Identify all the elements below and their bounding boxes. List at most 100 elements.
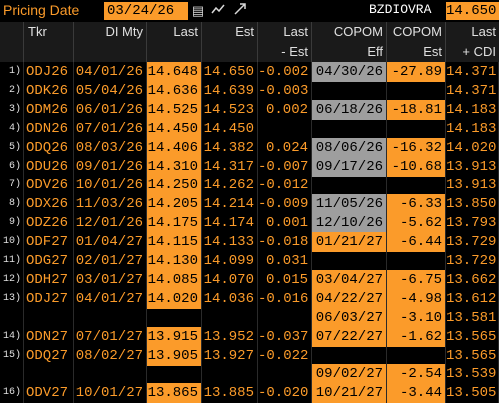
- ticker-cell: ODM26: [24, 100, 74, 120]
- maturity-cell: 08/02/27: [74, 346, 147, 366]
- row-index: 12): [0, 270, 24, 290]
- maturity-cell: 07/01/27: [74, 327, 147, 347]
- last-minus-est-cell: [258, 364, 312, 384]
- copom-est-cell: -1.62: [387, 327, 446, 347]
- est-cell: 14.070: [202, 270, 258, 290]
- last-minus-est-cell: -0.007: [258, 157, 312, 177]
- table-row[interactable]: 15) ODQ27 08/02/27 13.905 13.927 -0.022 13.565: [0, 346, 499, 366]
- maturity-cell: 01/04/27: [74, 232, 147, 252]
- table-row[interactable]: 1) ODJ26 04/01/26 14.648 14.650 -0.002 04/30/2…: [0, 62, 499, 82]
- est-cell: 14.382: [202, 138, 258, 158]
- last-minus-est-cell: -0.009: [258, 194, 312, 214]
- ticker-cell: ODX26: [24, 194, 74, 214]
- ticker-cell: ODK26: [24, 81, 74, 101]
- last-minus-est-cell: -0.002: [258, 62, 312, 82]
- last-cell: 14.130: [147, 251, 202, 271]
- copom-eff-cell: [312, 346, 387, 366]
- table-row[interactable]: 11) ODG27 02/01/27 14.130 14.099 0.031 13.729: [0, 251, 499, 271]
- copom-est-cell: [387, 119, 446, 139]
- last-plus-cdi-cell: 13.913: [446, 157, 499, 177]
- ticker-cell: [24, 308, 74, 328]
- table-row[interactable]: 14) ODN27 07/01/27 13.915 13.952 -0.037 07/22/…: [0, 327, 499, 347]
- copom-est-cell: -3.44: [387, 383, 446, 403]
- est-cell: 14.174: [202, 213, 258, 233]
- copom-eff-cell: [312, 251, 387, 271]
- header-est[interactable]: Est: [202, 22, 258, 62]
- header-last-plus-cdi[interactable]: Last + CDI: [446, 22, 499, 62]
- last-cell: 14.115: [147, 232, 202, 252]
- maturity-cell: 05/04/26: [74, 81, 147, 101]
- copom-est-cell: -18.81: [387, 100, 446, 120]
- maturity-cell: [74, 364, 147, 384]
- last-cell: 14.310: [147, 157, 202, 177]
- last-plus-cdi-cell: 13.793: [446, 213, 499, 233]
- copom-eff-cell: 06/03/27: [312, 308, 387, 328]
- est-cell: [202, 308, 258, 328]
- est-cell: 14.133: [202, 232, 258, 252]
- last-plus-cdi-cell: 13.565: [446, 346, 499, 366]
- last-plus-cdi-cell: 13.539: [446, 364, 499, 384]
- table-row[interactable]: 4) ODN26 07/01/26 14.450 14.450 14.183: [0, 119, 499, 139]
- copom-est-cell: [387, 251, 446, 271]
- header-last-minus-est[interactable]: Last - Est: [258, 22, 312, 62]
- last-minus-est-cell: 0.002: [258, 100, 312, 120]
- row-index: 3): [0, 100, 24, 120]
- table-row[interactable]: 13) ODJ27 04/01/27 14.020 14.036 -0.016 04/22/…: [0, 289, 499, 309]
- copom-eff-cell: 04/30/26: [312, 62, 387, 82]
- last-plus-cdi-cell: 13.729: [446, 232, 499, 252]
- expand-icon[interactable]: [232, 3, 248, 19]
- copom-est-cell: [387, 175, 446, 195]
- header-copom-eff[interactable]: COPOM Eff: [312, 22, 387, 62]
- copom-est-cell: -10.68: [387, 157, 446, 177]
- table-row[interactable]: 9) ODZ26 12/01/26 14.175 14.174 0.001 12/10/26…: [0, 213, 499, 233]
- table-row[interactable]: 5) ODQ26 08/03/26 14.406 14.382 0.024 08/06/26…: [0, 138, 499, 158]
- ticker-code: BZDIOVRA: [369, 2, 432, 17]
- table-row[interactable]: 09/02/27 -2.54 13.539: [0, 364, 499, 384]
- table-row[interactable]: 8) ODX26 11/03/26 14.205 14.214 -0.009 11/05/2…: [0, 194, 499, 214]
- last-cell: 14.636: [147, 81, 202, 101]
- table-row[interactable]: 7) ODV26 10/01/26 14.250 14.262 -0.012 13.913: [0, 175, 499, 195]
- last-plus-cdi-cell: 13.913: [446, 175, 499, 195]
- copom-est-cell: -5.62: [387, 213, 446, 233]
- copom-eff-cell: 08/06/26: [312, 138, 387, 158]
- copom-eff-cell: 03/04/27: [312, 270, 387, 290]
- est-cell: 14.317: [202, 157, 258, 177]
- table-row[interactable]: 12) ODH27 03/01/27 14.085 14.070 0.015 03/04/2…: [0, 270, 499, 290]
- last-plus-cdi-cell: 13.729: [446, 251, 499, 271]
- last-plus-cdi-cell: 14.183: [446, 119, 499, 139]
- ticker-cell: ODQ26: [24, 138, 74, 158]
- copom-eff-cell: 10/21/27: [312, 383, 387, 403]
- header-tkr[interactable]: Tkr: [24, 22, 74, 62]
- table-row[interactable]: 10) ODF27 01/04/27 14.115 14.133 -0.018 01/21/…: [0, 232, 499, 252]
- copom-est-cell: [387, 346, 446, 366]
- copom-eff-cell: 09/17/26: [312, 157, 387, 177]
- row-index: 2): [0, 81, 24, 101]
- last-plus-cdi-cell: 13.505: [446, 383, 499, 403]
- calendar-icon[interactable]: ▤: [190, 3, 206, 19]
- est-cell: 13.952: [202, 327, 258, 347]
- table-row[interactable]: 2) ODK26 05/04/26 14.636 14.639 -0.003 14.371: [0, 81, 499, 101]
- table-row[interactable]: 06/03/27 -3.10 13.581: [0, 308, 499, 328]
- pricing-date-field[interactable]: 03/24/26: [104, 2, 188, 20]
- table-row[interactable]: 6) ODU26 09/01/26 14.310 14.317 -0.007 09/17/2…: [0, 157, 499, 177]
- pricing-date-label: Pricing Date: [3, 2, 80, 18]
- last-plus-cdi-cell: 14.371: [446, 62, 499, 82]
- copom-est-cell: -3.10: [387, 308, 446, 328]
- last-cell: 14.450: [147, 119, 202, 139]
- last-cell: 13.905: [147, 346, 202, 366]
- est-cell: 14.099: [202, 251, 258, 271]
- last-cell: 14.085: [147, 270, 202, 290]
- row-index: 7): [0, 175, 24, 195]
- copom-est-cell: -16.32: [387, 138, 446, 158]
- header-di-mty[interactable]: DI Mty: [74, 22, 147, 62]
- copom-est-cell: -6.33: [387, 194, 446, 214]
- line-chart-icon[interactable]: [210, 3, 226, 19]
- row-index: 6): [0, 157, 24, 177]
- header-last[interactable]: Last: [147, 22, 202, 62]
- header-copom-est[interactable]: COPOM Est: [387, 22, 446, 62]
- table-row[interactable]: 16) ODV27 10/01/27 13.865 13.885 -0.020 10/21/…: [0, 383, 499, 403]
- row-index: 11): [0, 251, 24, 271]
- row-index: 14): [0, 327, 24, 347]
- table-row[interactable]: 3) ODM26 06/01/26 14.525 14.523 0.002 06/18/26…: [0, 100, 499, 120]
- maturity-cell: 10/01/26: [74, 175, 147, 195]
